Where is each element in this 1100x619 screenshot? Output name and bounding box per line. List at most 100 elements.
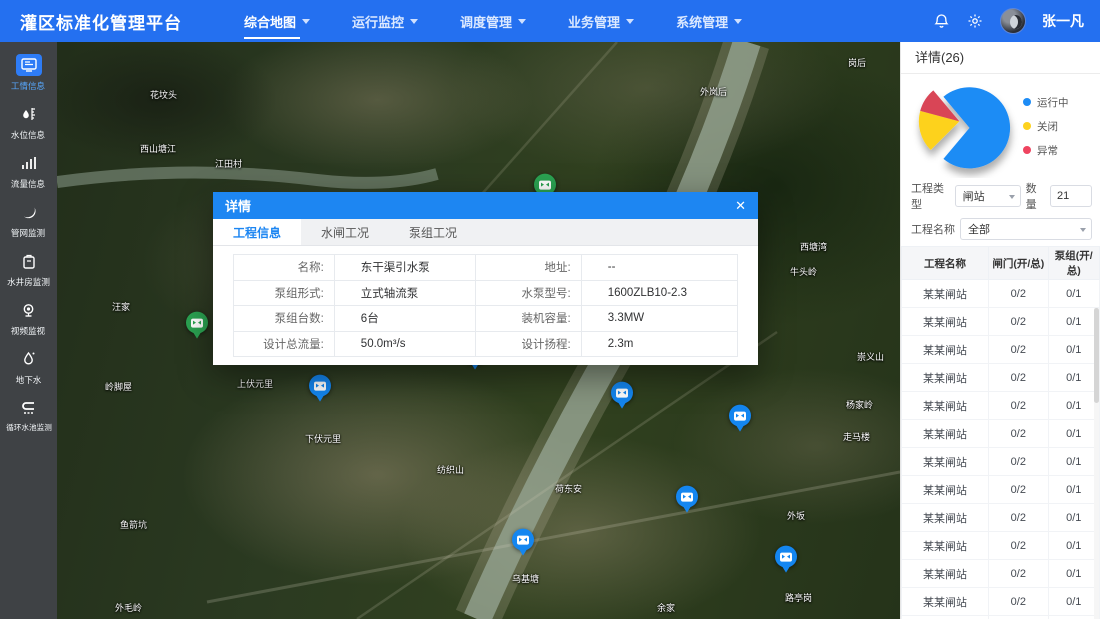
menu-label: 综合地图 xyxy=(244,12,296,31)
sidebar-item-project-status[interactable]: 工情信息 xyxy=(0,54,57,92)
map-marker-gate-station[interactable] xyxy=(308,375,332,407)
sidebar-item-label: 水位信息 xyxy=(11,128,45,140)
marker-tail xyxy=(518,548,528,556)
tab-sluice-condition[interactable]: 水闸工况 xyxy=(301,219,389,245)
quantity-label: 数量 xyxy=(1026,180,1045,212)
table-row[interactable]: 某某闸站0/20/1 xyxy=(902,280,1100,308)
marker-tail xyxy=(682,505,692,513)
sidebar-item-water-level[interactable]: 水位信息 xyxy=(0,103,57,141)
pipe-network-icon xyxy=(16,201,42,223)
menu-label: 业务管理 xyxy=(568,12,620,31)
pump-open-total: 0/1 xyxy=(1048,308,1100,336)
pump-open-total: 0/1 xyxy=(1048,616,1100,619)
table-row[interactable]: 某某闸站0/20/1 xyxy=(902,336,1100,364)
map-marker-gate-station[interactable] xyxy=(675,486,699,518)
column-header-pump: 泵组(开/总) xyxy=(1048,247,1100,280)
table-row[interactable]: 某某闸站0/20/1 xyxy=(902,560,1100,588)
irrigation-management-app: 岗后 外岚后 花坟头 西山塘江 江田村 西塘湾 牛头岭 汪家 崇义山 上伏元里 … xyxy=(0,0,1100,619)
project-detail-table: 名称: 东干渠引水泵 地址: -- 泵组形式: 立式轴流泵 水泵型号: 1600… xyxy=(233,254,738,357)
map-place-label: 路亭岗 xyxy=(785,591,812,604)
gate-icon xyxy=(780,552,792,561)
tab-pump-condition[interactable]: 泵组工况 xyxy=(389,219,477,245)
legend-item-abnormal: 异常 xyxy=(1023,143,1069,158)
field-value: 3.3MW xyxy=(581,306,737,332)
field-label: 水泵型号: xyxy=(475,280,581,306)
station-name: 某某闸站 xyxy=(902,420,989,448)
gate-open-total: 0/2 xyxy=(989,392,1048,420)
table-row[interactable]: 某某闸站0/20/1 xyxy=(902,420,1100,448)
notification-bell-icon[interactable] xyxy=(932,12,950,30)
table-row[interactable]: 某某闸站0/20/1 xyxy=(902,392,1100,420)
station-name: 某某闸站 xyxy=(902,532,989,560)
scrollbar-thumb[interactable] xyxy=(1094,308,1099,403)
sidebar-item-circulating-pool[interactable]: 循环水池监测 xyxy=(0,397,57,433)
quantity-input[interactable] xyxy=(1050,185,1092,207)
map-place-label: 下伏元里 xyxy=(305,432,341,445)
table-row[interactable]: 某某闸站0/20/1 xyxy=(902,532,1100,560)
tab-project-info[interactable]: 工程信息 xyxy=(213,219,301,245)
map-place-label: 纺织山 xyxy=(437,463,464,476)
gate-open-total: 0/2 xyxy=(989,336,1048,364)
status-pie-chart xyxy=(905,74,1023,178)
station-name: 某某闸站 xyxy=(902,504,989,532)
map-marker-gate-station[interactable] xyxy=(610,382,634,414)
pump-open-total: 0/1 xyxy=(1048,280,1100,308)
map-place-label: 鱼箭坑 xyxy=(120,518,147,531)
water-level-icon xyxy=(16,103,42,125)
map-marker-gate-station[interactable] xyxy=(774,546,798,578)
legend-label: 关闭 xyxy=(1037,119,1058,134)
station-name: 某某闸站 xyxy=(902,560,989,588)
sidebar-item-well-house[interactable]: 水井房监测 xyxy=(0,250,57,288)
menu-item-business-management[interactable]: 业务管理 xyxy=(568,0,634,42)
project-name-select[interactable]: 全部 xyxy=(960,218,1092,240)
user-avatar[interactable] xyxy=(1000,8,1026,34)
menu-item-system-management[interactable]: 系统管理 xyxy=(676,0,742,42)
map-place-label: 杨家岭 xyxy=(846,398,873,411)
gate-open-total: 0/2 xyxy=(989,560,1048,588)
project-status-icon xyxy=(16,54,42,76)
menu-item-operation-monitoring[interactable]: 运行监控 xyxy=(352,0,418,42)
chevron-down-icon xyxy=(518,19,526,24)
table-row[interactable]: 某某闸站0/20/1 xyxy=(902,504,1100,532)
map-place-label: 西山塘江 xyxy=(140,142,176,155)
station-name: 某某闸站 xyxy=(902,308,989,336)
field-label: 名称: xyxy=(234,255,335,281)
sidebar-item-flow-info[interactable]: 流量信息 xyxy=(0,152,57,190)
map-marker-gate-station[interactable] xyxy=(511,529,535,561)
station-name: 某某闸站 xyxy=(902,364,989,392)
table-scrollbar xyxy=(1094,308,1099,619)
table-row[interactable]: 某某闸站0/20/1 xyxy=(902,308,1100,336)
sidebar-item-groundwater[interactable]: 地下水 xyxy=(0,348,57,386)
column-header-gate: 闸门(开/总) xyxy=(989,247,1048,280)
detail-row: 名称: 东干渠引水泵 地址: -- xyxy=(234,255,738,281)
project-type-select[interactable]: 闸站 xyxy=(955,185,1021,207)
map-place-label: 外坂 xyxy=(787,509,805,522)
user-name[interactable]: 张一凡 xyxy=(1042,11,1084,31)
map-marker-pump-station[interactable] xyxy=(185,312,209,344)
modal-header: 详情 ✕ xyxy=(213,192,758,219)
field-value: 6台 xyxy=(334,306,475,332)
menu-item-dispatch-management[interactable]: 调度管理 xyxy=(460,0,526,42)
legend-item-closed: 关闭 xyxy=(1023,119,1069,134)
status-pie-section: 运行中 关闭 异常 xyxy=(901,74,1100,178)
menu-item-composite-map[interactable]: 综合地图 xyxy=(244,0,310,42)
map-place-label: 上伏元里 xyxy=(237,377,273,390)
station-name: 某某闸站 xyxy=(902,336,989,364)
filter-row-type: 工程类型 闸站 数量 xyxy=(911,180,1092,212)
close-icon[interactable]: ✕ xyxy=(735,199,746,212)
table-row[interactable]: 某某闸站0/20/1 xyxy=(902,448,1100,476)
table-row[interactable]: 某某闸站0/20/1 xyxy=(902,364,1100,392)
project-type-label: 工程类型 xyxy=(911,180,950,212)
pump-open-total: 0/1 xyxy=(1048,504,1100,532)
map-marker-gate-station[interactable] xyxy=(728,405,752,437)
table-row[interactable]: 某某闸站0/20/1 xyxy=(902,476,1100,504)
table-row[interactable]: 某某闸站0/20/1 xyxy=(902,616,1100,619)
sidebar-item-pipe-network[interactable]: 管网监测 xyxy=(0,201,57,239)
sidebar-item-label: 工情信息 xyxy=(11,79,45,91)
settings-gear-icon[interactable] xyxy=(966,12,984,30)
sidebar-item-video-monitor[interactable]: 视频监视 xyxy=(0,299,57,337)
chevron-down-icon xyxy=(734,19,742,24)
map-place-label: 岭脚屋 xyxy=(105,380,132,393)
map-place-label: 牛头岭 xyxy=(790,265,817,278)
table-row[interactable]: 某某闸站0/20/1 xyxy=(902,588,1100,616)
